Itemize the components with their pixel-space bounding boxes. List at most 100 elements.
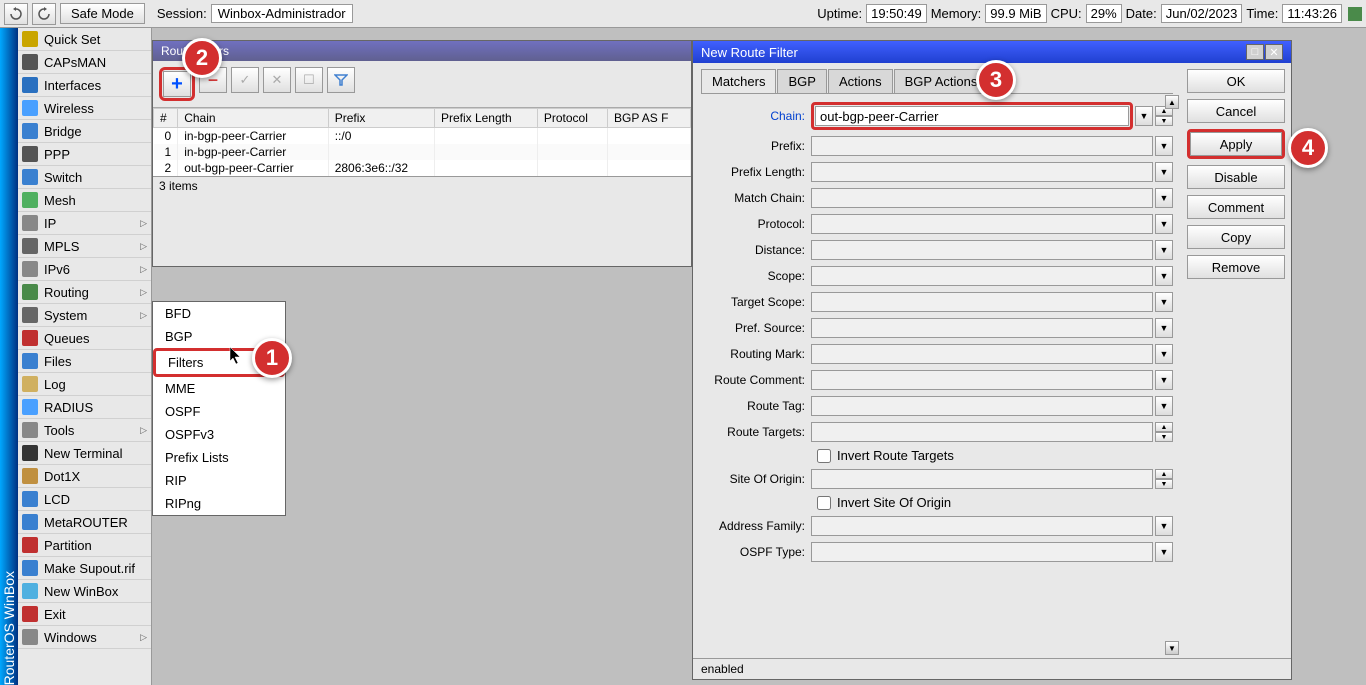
sidebar-item-windows[interactable]: Windows▷ xyxy=(18,626,151,649)
chain-input[interactable] xyxy=(815,106,1129,126)
minimize-button[interactable]: □ xyxy=(1246,44,1264,60)
sidebar-item-quick-set[interactable]: Quick Set xyxy=(18,28,151,51)
route_comment-label: Route Comment: xyxy=(701,373,811,387)
cancel-button[interactable]: Cancel xyxy=(1187,99,1285,123)
rf-column-header[interactable]: Prefix Length xyxy=(434,109,537,128)
match_chain-input[interactable] xyxy=(811,188,1153,208)
redo-button[interactable] xyxy=(32,3,56,25)
sidebar-item-ppp[interactable]: PPP xyxy=(18,143,151,166)
invert-rt-checkbox[interactable] xyxy=(817,449,831,463)
sidebar-icon xyxy=(22,583,38,599)
apply-button[interactable]: Apply xyxy=(1190,132,1282,156)
disable-button[interactable]: Disable xyxy=(1187,165,1285,189)
sidebar-item-log[interactable]: Log xyxy=(18,373,151,396)
pref_source-input[interactable] xyxy=(811,318,1153,338)
route_targets-input[interactable] xyxy=(811,422,1153,442)
sidebar-icon xyxy=(22,514,38,530)
distance-input[interactable] xyxy=(811,240,1153,260)
distance-label: Distance: xyxy=(701,243,811,257)
nrf-tab-bgp[interactable]: BGP xyxy=(777,69,826,93)
chain-dropdown[interactable]: ▼ xyxy=(1135,106,1153,126)
close-button[interactable]: ✕ xyxy=(1265,44,1283,60)
safe-mode-button[interactable]: Safe Mode xyxy=(60,3,145,24)
sidebar-item-ipv6[interactable]: IPv6▷ xyxy=(18,258,151,281)
sidebar-item-wireless[interactable]: Wireless xyxy=(18,97,151,120)
protocol-input[interactable] xyxy=(811,214,1153,234)
nrf-tab-matchers[interactable]: Matchers xyxy=(701,69,776,93)
sidebar-item-lcd[interactable]: LCD xyxy=(18,488,151,511)
nrf-tab-actions[interactable]: Actions xyxy=(828,69,893,93)
scroll-down[interactable]: ▼ xyxy=(1165,641,1179,655)
sidebar-item-mpls[interactable]: MPLS▷ xyxy=(18,235,151,258)
filter-button[interactable] xyxy=(327,67,355,93)
sidebar-item-ip[interactable]: IP▷ xyxy=(18,212,151,235)
sidebar-item-metarouter[interactable]: MetaROUTER xyxy=(18,511,151,534)
sidebar-item-system[interactable]: System▷ xyxy=(18,304,151,327)
ospf-input[interactable] xyxy=(811,542,1153,562)
sidebar-icon xyxy=(22,353,38,369)
sidebar-item-mesh[interactable]: Mesh xyxy=(18,189,151,212)
date-label: Date: xyxy=(1126,6,1157,21)
session-label: Session: xyxy=(157,6,207,21)
ok-button[interactable]: OK xyxy=(1187,69,1285,93)
rf-table-row[interactable]: 1in-bgp-peer-Carrier xyxy=(154,144,691,160)
rf-column-header[interactable]: Chain xyxy=(178,109,328,128)
disable-button[interactable]: ✕ xyxy=(263,67,291,93)
sidebar-icon xyxy=(22,100,38,116)
sidebar-item-switch[interactable]: Switch xyxy=(18,166,151,189)
rf-column-header[interactable]: Protocol xyxy=(537,109,607,128)
uptime-value: 19:50:49 xyxy=(866,4,927,23)
comment-button[interactable]: ☐ xyxy=(295,67,323,93)
submenu-item-ospfv3[interactable]: OSPFv3 xyxy=(153,423,285,446)
enable-button[interactable]: ✓ xyxy=(231,67,259,93)
nrf-scrollbar[interactable]: ▲ ▼ xyxy=(1165,95,1179,655)
undo-button[interactable] xyxy=(4,3,28,25)
sidebar-item-capsman[interactable]: CAPsMAN xyxy=(18,51,151,74)
sidebar-item-new-terminal[interactable]: New Terminal xyxy=(18,442,151,465)
cpu-label: CPU: xyxy=(1051,6,1082,21)
submenu-item-bfd[interactable]: BFD xyxy=(153,302,285,325)
submenu-item-mme[interactable]: MME xyxy=(153,377,285,400)
prefix_length-input[interactable] xyxy=(811,162,1153,182)
af-input[interactable] xyxy=(811,516,1153,536)
rf-column-header[interactable]: # xyxy=(154,109,178,128)
nrf-tab-bgp-actions[interactable]: BGP Actions xyxy=(894,69,989,93)
route_tag-input[interactable] xyxy=(811,396,1153,416)
rf-table-row[interactable]: 2out-bgp-peer-Carrier2806:3e6::/32 xyxy=(154,160,691,176)
left-rail: RouterOS WinBox xyxy=(0,28,18,685)
sidebar-item-interfaces[interactable]: Interfaces xyxy=(18,74,151,97)
invert-so-checkbox[interactable] xyxy=(817,496,831,510)
sidebar-item-bridge[interactable]: Bridge xyxy=(18,120,151,143)
sidebar-item-routing[interactable]: Routing▷ xyxy=(18,281,151,304)
add-button[interactable]: + xyxy=(163,71,191,97)
copy-button[interactable]: Copy xyxy=(1187,225,1285,249)
chevron-right-icon: ▷ xyxy=(140,287,147,298)
rf-table-row[interactable]: 0in-bgp-peer-Carrier::/0 xyxy=(154,128,691,145)
scope-input[interactable] xyxy=(811,266,1153,286)
prefix-input[interactable] xyxy=(811,136,1153,156)
site-origin-input[interactable] xyxy=(811,469,1153,489)
rf-column-header[interactable]: BGP AS F xyxy=(608,109,691,128)
submenu-item-rip[interactable]: RIP xyxy=(153,469,285,492)
sidebar-item-make-supout-rif[interactable]: Make Supout.rif xyxy=(18,557,151,580)
rf-column-header[interactable]: Prefix xyxy=(328,109,434,128)
sidebar-item-files[interactable]: Files xyxy=(18,350,151,373)
target_scope-label: Target Scope: xyxy=(701,295,811,309)
routing_mark-input[interactable] xyxy=(811,344,1153,364)
sidebar-item-partition[interactable]: Partition xyxy=(18,534,151,557)
submenu-item-ospf[interactable]: OSPF xyxy=(153,400,285,423)
sidebar-icon xyxy=(22,468,38,484)
route_comment-input[interactable] xyxy=(811,370,1153,390)
scroll-up[interactable]: ▲ xyxy=(1165,95,1179,109)
submenu-item-ripng[interactable]: RIPng xyxy=(153,492,285,515)
sidebar-item-dot1x[interactable]: Dot1X xyxy=(18,465,151,488)
sidebar-item-radius[interactable]: RADIUS xyxy=(18,396,151,419)
sidebar-item-tools[interactable]: Tools▷ xyxy=(18,419,151,442)
sidebar-item-queues[interactable]: Queues xyxy=(18,327,151,350)
comment-button[interactable]: Comment xyxy=(1187,195,1285,219)
submenu-item-prefix-lists[interactable]: Prefix Lists xyxy=(153,446,285,469)
sidebar-item-new-winbox[interactable]: New WinBox xyxy=(18,580,151,603)
remove-button[interactable]: Remove xyxy=(1187,255,1285,279)
target_scope-input[interactable] xyxy=(811,292,1153,312)
sidebar-item-exit[interactable]: Exit xyxy=(18,603,151,626)
